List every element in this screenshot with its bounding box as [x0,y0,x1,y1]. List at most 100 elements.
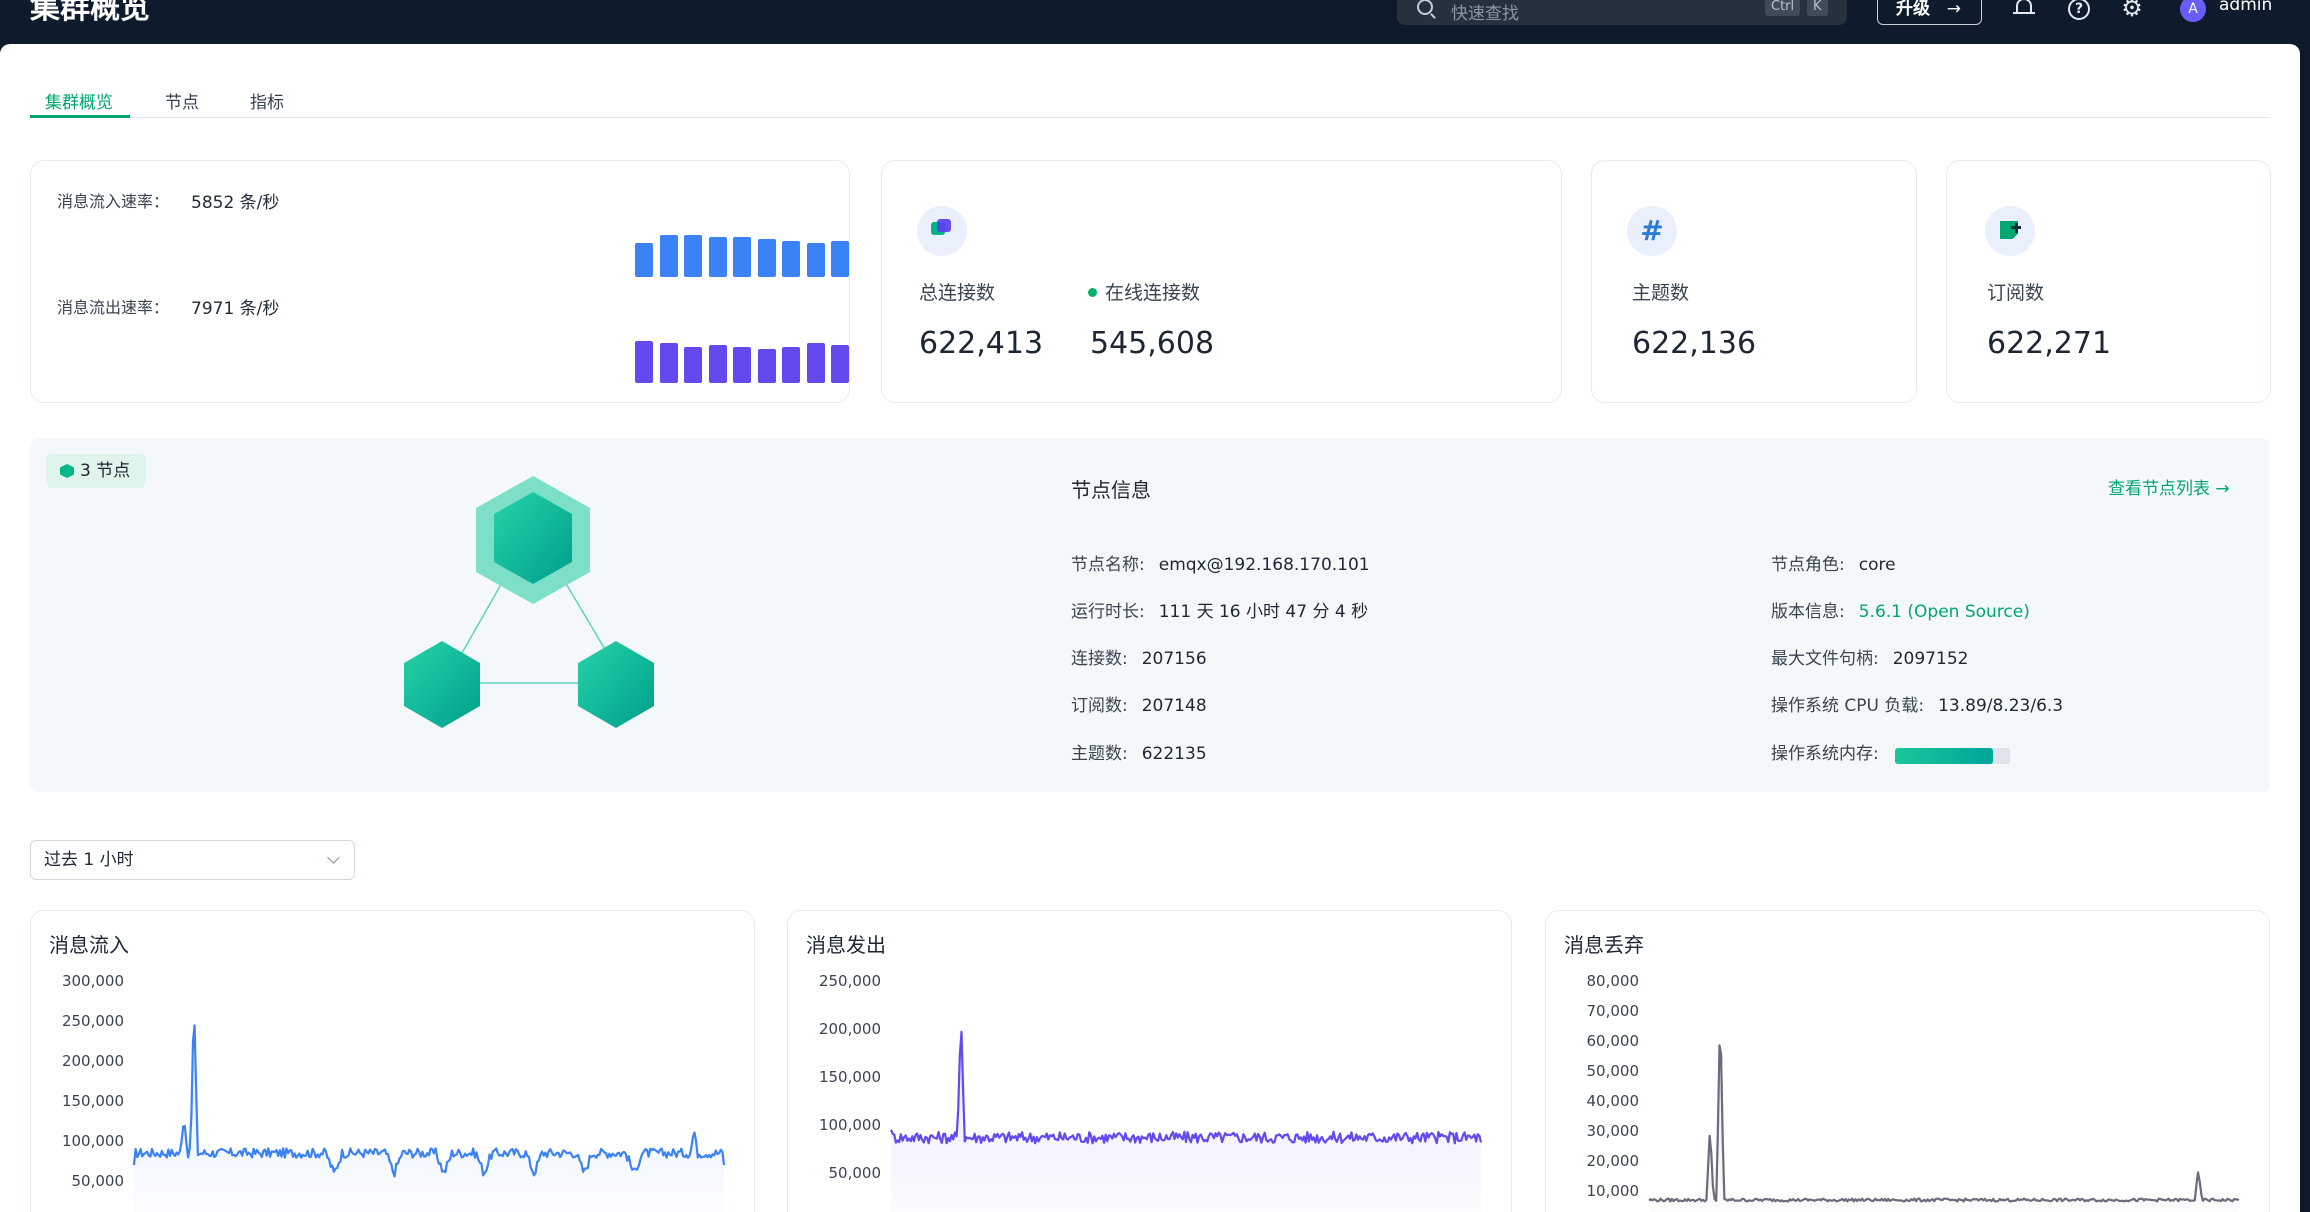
node-hexagon-left[interactable] [404,641,480,728]
active-tab-indicator [30,115,130,118]
role-value: core [1858,555,1896,575]
role-row: 节点角色: core [1771,555,1896,575]
y-tick-label: 30,000 [1587,1122,1640,1140]
spark-bar [806,343,825,383]
y-tick-label: 60,000 [1587,1032,1640,1050]
search-input[interactable]: 快速查找 Ctrl K [1397,0,1847,25]
rate-out-sparkbars [635,339,849,383]
series-line [1648,1044,2240,1203]
shortcut-key-ctrl: Ctrl [1765,0,1801,16]
spark-bar [659,343,678,383]
message-rate-card: 消息流入速率： 5852 条/秒 消息流出速率： 7971 条/秒 [30,160,850,403]
username[interactable]: admin [2219,0,2272,15]
topics-row: 主题数: 622135 [1071,744,1207,764]
spark-bar [757,239,776,277]
y-tick-label: 100,000 [819,1116,881,1134]
y-tick-label: 10,000 [1587,1182,1640,1200]
y-tick-label: 20,000 [1587,1152,1640,1170]
spark-bar [806,243,825,277]
y-tick-label: 50,000 [1587,1062,1640,1080]
max-fds-value: 2097152 [1892,649,1969,669]
series-area [891,1031,1481,1212]
spark-bar [733,347,751,383]
top-bar: 集群概览 快速查找 Ctrl K 升级 → ? ⚙ A admin [0,0,2310,44]
version-row: 版本信息: 5.6.1 (Open Source) [1771,602,2030,622]
connections-icon [917,206,967,256]
view-node-list-link[interactable]: 查看节点列表 → [2108,474,2230,499]
spark-bar [831,241,849,277]
tab-overview[interactable]: 集群概览 [45,88,113,113]
y-tick-label: 250,000 [819,972,881,990]
uptime-value: 111 天 16 小时 47 分 4 秒 [1158,602,1369,622]
bell-icon[interactable] [2013,0,2035,20]
total-connections-label: 总连接数 [919,282,996,304]
upgrade-label: 升级 [1896,0,1930,19]
chart-messages-in: 050,000100,000150,000200,000250,000300,0… [62,972,726,1212]
y-tick-label: 250,000 [62,1012,124,1030]
online-status-dot [1088,288,1097,297]
y-tick-label: 50,000 [72,1172,125,1190]
online-connections-label: 在线连接数 [1088,278,1200,305]
topics-count-value: 622135 [1141,744,1207,764]
rate-out-label: 消息流出速率： [57,298,170,317]
uptime-row: 运行时长: 111 天 16 小时 47 分 4 秒 [1071,602,1369,622]
node-name-value: emqx@192.168.170.101 [1158,555,1370,575]
chart-card-messages-dropped: 消息丢弃 010,00020,00030,00040,00050,00060,0… [1545,910,2270,1212]
tab-nodes[interactable]: 节点 [165,88,199,113]
time-range-select[interactable]: 过去 1 小时 [30,840,355,880]
subscriptions-row: 订阅数: 207148 [1071,696,1207,716]
series-line [889,1030,1483,1145]
time-range-value: 过去 1 小时 [44,850,134,870]
connections-value: 207156 [1141,649,1207,669]
help-icon[interactable]: ? [2068,0,2090,20]
version-value: 5.6.1 (Open Source) [1858,602,2030,622]
chart-card-messages-in: 消息流入 050,000100,000150,000200,000250,000… [30,910,755,1212]
cluster-topology-diagram [404,476,654,728]
subscriptions-label: 订阅数 [1987,282,2045,304]
search-placeholder: 快速查找 [1451,4,1519,24]
node-hexagon-right[interactable] [578,641,654,728]
spark-bar [757,349,776,383]
subscriptions-card: 订阅数 622,271 [1946,160,2271,403]
spark-bar [782,347,800,383]
y-tick-label: 80,000 [1587,972,1640,990]
rate-in-sparkbars [635,233,849,277]
gear-icon[interactable]: ⚙ [2121,0,2143,20]
spark-bar [708,237,727,277]
spark-bar [782,241,800,277]
y-tick-label: 100,000 [62,1132,124,1150]
cluster-topology-panel: 3 节点 节点信息 查看节点列表 → 节点名称: emqx@192.168.170… [30,438,2270,792]
max-fds-row: 最大文件句柄: 2097152 [1771,649,1969,669]
memory-usage-bar [1895,748,2010,764]
topics-card: # 主题数 622,136 [1591,160,1917,403]
y-tick-label: 50,000 [829,1164,882,1182]
tab-metrics[interactable]: 指标 [250,88,284,113]
chevron-down-icon [327,851,340,864]
hash-icon: # [1627,206,1677,256]
spark-bar [635,243,653,277]
y-tick-label: 150,000 [819,1068,881,1086]
y-tick-label: 200,000 [62,1052,124,1070]
spark-bar [659,235,678,277]
rate-in-value: 5852 条/秒 [191,193,280,213]
upgrade-button[interactable]: 升级 → [1877,0,1982,25]
subscriptions-value: 622,271 [1987,326,2112,361]
page-title: 集群概览 [30,0,150,26]
y-tick-label: 40,000 [1587,1092,1640,1110]
online-connections-value: 545,608 [1090,326,1215,361]
tab-bar: 集群概览 节点 指标 [30,76,2270,118]
subscriptions-value: 207148 [1141,696,1207,716]
search-icon [1417,0,1433,15]
series-area [134,1025,724,1212]
spark-bar [733,237,751,277]
cpu-load-value: 13.89/8.23/6.3 [1938,696,2064,716]
node-info-title: 节点信息 [1071,478,1151,502]
spark-bar [708,345,727,383]
rate-out-value: 7971 条/秒 [191,299,280,319]
chart-messages-out: 050,000100,000150,000200,000250,00005/06… [819,972,1483,1212]
spark-bar [684,347,702,383]
node-count-badge: 3 节点 [46,454,147,488]
spark-bar [684,235,702,277]
avatar[interactable]: A [2180,0,2206,22]
node-name-row: 节点名称: emqx@192.168.170.101 [1071,555,1370,575]
